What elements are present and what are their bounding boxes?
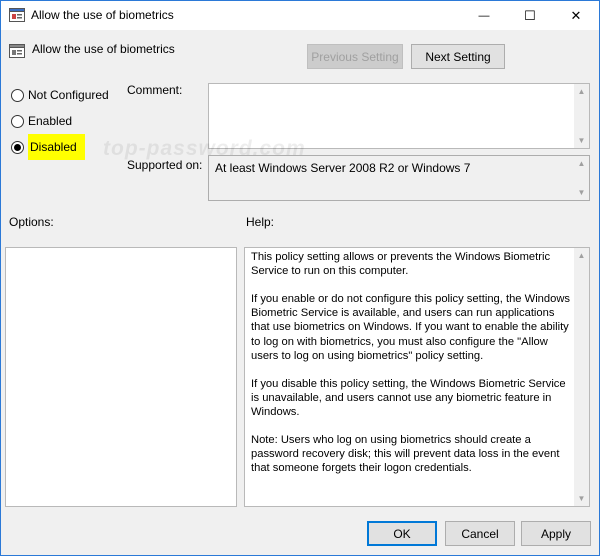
scroll-down-icon[interactable]: ▼ [574, 133, 589, 148]
next-setting-button[interactable]: Next Setting [411, 44, 505, 69]
policy-dialog-window: Allow the use of biometrics — ☐ ✕ Allow … [0, 0, 600, 556]
radio-enabled-label: Enabled [28, 114, 73, 128]
radio-not-configured-label: Not Configured [28, 88, 109, 102]
policy-setting-icon [9, 44, 25, 58]
radio-not-configured-circle[interactable] [11, 88, 24, 102]
help-label: Help: [246, 215, 275, 229]
help-panel: This policy setting allows or prevents t… [244, 247, 590, 507]
supported-on-value: At least Windows Server 2008 R2 or Windo… [215, 161, 471, 175]
scroll-down-icon[interactable]: ▼ [574, 185, 589, 200]
radio-not-configured[interactable]: Not Configured [11, 86, 109, 104]
help-text: This policy setting allows or prevents t… [251, 250, 573, 490]
window-title: Allow the use of biometrics [31, 8, 174, 22]
previous-setting-button[interactable]: Previous Setting [307, 44, 403, 69]
cancel-button[interactable]: Cancel [445, 521, 515, 546]
radio-enabled[interactable]: Enabled [11, 112, 72, 130]
options-label: Options: [9, 215, 54, 229]
radio-disabled[interactable]: Disabled [11, 134, 85, 160]
supported-scrollbar[interactable]: ▲ ▼ [574, 156, 589, 200]
policy-title: Allow the use of biometrics [32, 42, 175, 56]
help-paragraph: If you enable or do not configure this p… [251, 293, 571, 362]
supported-on-field: At least Windows Server 2008 R2 or Windo… [208, 155, 590, 201]
scroll-up-icon[interactable]: ▲ [574, 248, 589, 263]
options-panel [5, 247, 237, 507]
title-bar[interactable]: Allow the use of biometrics — ☐ ✕ [1, 1, 599, 30]
close-icon: ✕ [570, 7, 582, 23]
maximize-button[interactable]: ☐ [507, 1, 553, 30]
apply-button[interactable]: Apply [521, 521, 591, 546]
radio-enabled-circle[interactable] [11, 114, 24, 128]
supported-on-label: Supported on: [127, 158, 203, 172]
policy-editor-icon [9, 8, 25, 22]
scroll-up-icon[interactable]: ▲ [574, 156, 589, 171]
minimize-icon: — [478, 9, 490, 22]
scroll-down-icon[interactable]: ▼ [574, 491, 589, 506]
help-paragraph: This policy setting allows or prevents t… [251, 251, 551, 278]
radio-disabled-label: Disabled [28, 134, 85, 160]
minimize-button[interactable]: — [461, 1, 507, 30]
help-scrollbar[interactable]: ▲ ▼ [574, 248, 589, 506]
ok-button[interactable]: OK [367, 521, 437, 546]
comment-label: Comment: [127, 83, 183, 97]
maximize-icon: ☐ [524, 7, 536, 23]
help-paragraph: Note: Users who log on using biometrics … [251, 434, 560, 475]
close-button[interactable]: ✕ [553, 1, 599, 30]
comment-scrollbar[interactable]: ▲ ▼ [574, 84, 589, 148]
radio-disabled-circle[interactable] [11, 140, 24, 154]
scroll-up-icon[interactable]: ▲ [574, 84, 589, 99]
help-paragraph: If you disable this policy setting, the … [251, 377, 566, 419]
